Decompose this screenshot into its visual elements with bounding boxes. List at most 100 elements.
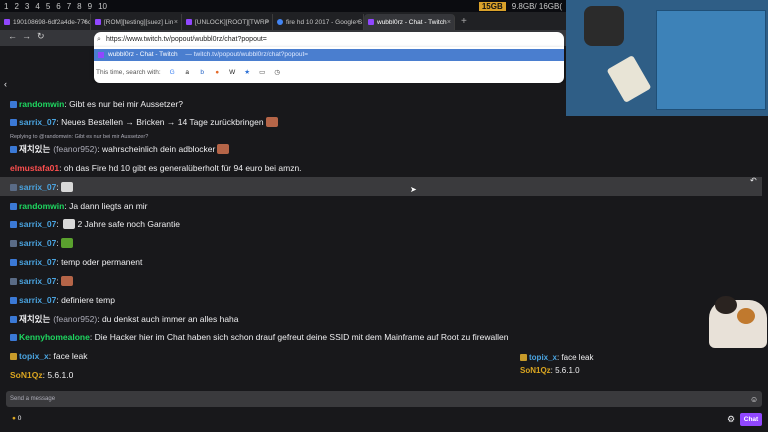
chat-send-button[interactable]: Chat [740,413,762,426]
workspace-7[interactable]: 7 [65,2,73,11]
disk-indicator: 15GB [478,1,506,11]
chat-message[interactable]: 재치있는 (feanor952): wahrscheinlich dein adb… [10,144,230,155]
overlay-text: : face leak [557,353,594,362]
chat-username[interactable]: SoN1Qz [10,370,43,380]
back-icon[interactable]: ← [8,31,17,41]
wikipedia-icon[interactable]: W [229,69,236,76]
chat-message-text: : temp oder permanent [56,257,143,267]
chat-username[interactable]: elmustafa01 [10,163,59,173]
chat-username[interactable]: randomwin [19,99,64,109]
chat-username[interactable]: sarrix_07 [19,238,56,248]
chat-username[interactable]: sarrix_07 [19,219,56,229]
workspace-1[interactable]: 1 [2,2,10,11]
user-badge-icon [10,240,17,247]
chat-message-text: : [56,182,59,192]
user-badge-icon [10,259,17,266]
chat-username[interactable]: sarrix_07 [19,276,56,286]
browser-tab-strip: 190108698-6df2a4de-776c × [ROM][testing][s… [0,12,566,30]
chat-message[interactable]: sarrix_07: definiere temp [10,295,115,306]
chat-input[interactable]: Send a message [6,391,762,407]
user-badge-icon [10,203,17,210]
chat-message-text: : wahrscheinlich dein adblocker [97,144,216,154]
chat-username-login: (feanor952) [53,314,98,324]
chat-emote-icon[interactable] [60,276,73,286]
workspace-8[interactable]: 8 [75,2,83,11]
chat-message-text: : oh das Fire hd 10 gibt es generalüberh… [59,163,302,173]
close-tab-icon[interactable]: × [356,19,360,26]
forward-icon[interactable]: → [22,31,31,41]
browser-tab[interactable]: fire hd 10 2017 - Google S × [273,14,364,30]
chat-message[interactable]: Kennyhomealone: Die Hacker hier im Chat … [10,332,508,343]
close-tab-icon[interactable]: × [174,19,178,26]
user-badge-icon [10,334,17,341]
address-bar[interactable]: ⌕ https://www.twitch.tv/popout/wubbl0rz/… [94,32,564,47]
chat-message[interactable]: sarrix_07: [10,182,73,193]
chat-username[interactable]: randomwin [19,201,64,211]
chat-message[interactable]: randomwin: Gibt es nur bei mir Aussetzer… [10,99,183,110]
chat-emote-icon[interactable] [60,182,73,192]
emote-picker-icon[interactable]: ☺ [750,395,758,404]
browser-tab[interactable]: [UNLOCK][ROOT][TWRP × [182,14,273,30]
chat-emote-icon[interactable] [265,117,278,127]
chat-emote-icon[interactable] [60,238,73,248]
chat-message-text: : Die Hacker hier im Chat haben sich sch… [89,332,509,342]
chat-username[interactable]: sarrix_07 [19,182,56,192]
workspace-9[interactable]: 9 [86,2,94,11]
close-tab-icon[interactable]: × [83,19,87,26]
browser-tab[interactable]: wubbl0rz - Chat - Twitch × [364,14,455,30]
chat-message[interactable]: sarrix_07: [10,276,73,287]
chat-username[interactable]: topix_x [19,351,49,361]
bookmarks-star-icon[interactable]: ★ [244,69,251,76]
suggestion-title: wubbl0rz - Chat - Twitch [108,51,178,58]
chat-message[interactable]: sarrix_07: Neues Bestellen → Bricken → 1… [10,117,278,128]
collapse-chat-icon[interactable]: ‹ [4,79,7,89]
suggestion-url: — twitch.tv/popout/wubbl0rz/chat?popout= [185,51,309,58]
browser-tab[interactable]: [ROM][testing][suez] Lin × [91,14,182,30]
close-tab-icon[interactable]: × [447,19,451,26]
chat-message-text: : Neues Bestellen → Bricken → 14 Tage zu… [56,117,264,127]
chat-message[interactable]: sarrix_07: temp oder permanent [10,257,142,268]
hovered-message-highlight [0,177,762,196]
workspace-10[interactable]: 10 [96,2,109,11]
browser-tab[interactable]: 190108698-6df2a4de-776c × [0,14,91,30]
workspace-4[interactable]: 4 [33,2,41,11]
chat-message[interactable]: SoN1Qz: 5.6.1.0 [10,370,73,381]
user-badge-icon [10,184,17,191]
chat-username[interactable]: Kennyhomealone [19,332,90,342]
workspace-3[interactable]: 3 [23,2,31,11]
user-badge-icon [10,353,17,360]
chat-message[interactable]: topix_x: face leak [10,351,88,362]
webcam-overlay [566,0,768,116]
chat-emote-icon[interactable] [217,144,230,154]
tabs-icon[interactable]: ▭ [259,69,266,76]
new-tab-button[interactable]: + [455,14,473,30]
chat-username[interactable]: 재치있는 [19,144,50,154]
chat-username[interactable]: sarrix_07 [19,257,56,267]
chat-message[interactable]: randomwin: Ja dann liegts an mir [10,201,148,212]
chat-username[interactable]: sarrix_07 [19,117,56,127]
chat-message[interactable]: elmustafa01: oh das Fire hd 10 gibt es g… [10,163,302,174]
reload-icon[interactable]: ↻ [37,31,45,42]
channel-points[interactable]: ● 0 [12,415,21,422]
duckduckgo-icon[interactable]: ● [214,69,221,76]
chat-input-placeholder: Send a message [10,396,56,402]
tab-title: [ROM][testing][suez] Lin [104,18,174,26]
chat-message[interactable]: 재치있는 (feanor952): du denkst auch immer an… [10,314,239,325]
suggestion-row[interactable]: wubbl0rz - Chat - Twitch — twitch.tv/pop… [94,49,564,61]
chat-username[interactable]: sarrix_07 [19,295,56,305]
points-icon: ● [12,415,16,422]
chat-message[interactable]: sarrix_07: [10,238,73,249]
bing-icon[interactable]: b [199,69,206,76]
history-icon[interactable]: ◷ [274,69,281,76]
workspace-2[interactable]: 2 [12,2,20,11]
amazon-icon[interactable]: a [184,69,191,76]
close-tab-icon[interactable]: × [265,19,269,26]
chat-message[interactable]: sarrix_07: 2 Jahre safe noch Garantie [10,219,180,230]
settings-gear-icon[interactable]: ⚙ [727,414,735,425]
reply-icon[interactable]: ↶ [750,176,757,185]
workspace-5[interactable]: 5 [44,2,52,11]
google-icon[interactable]: G [169,69,176,76]
chat-username[interactable]: 재치있는 [19,314,50,324]
chat-emote-icon[interactable] [63,219,76,229]
workspace-6[interactable]: 6 [54,2,62,11]
